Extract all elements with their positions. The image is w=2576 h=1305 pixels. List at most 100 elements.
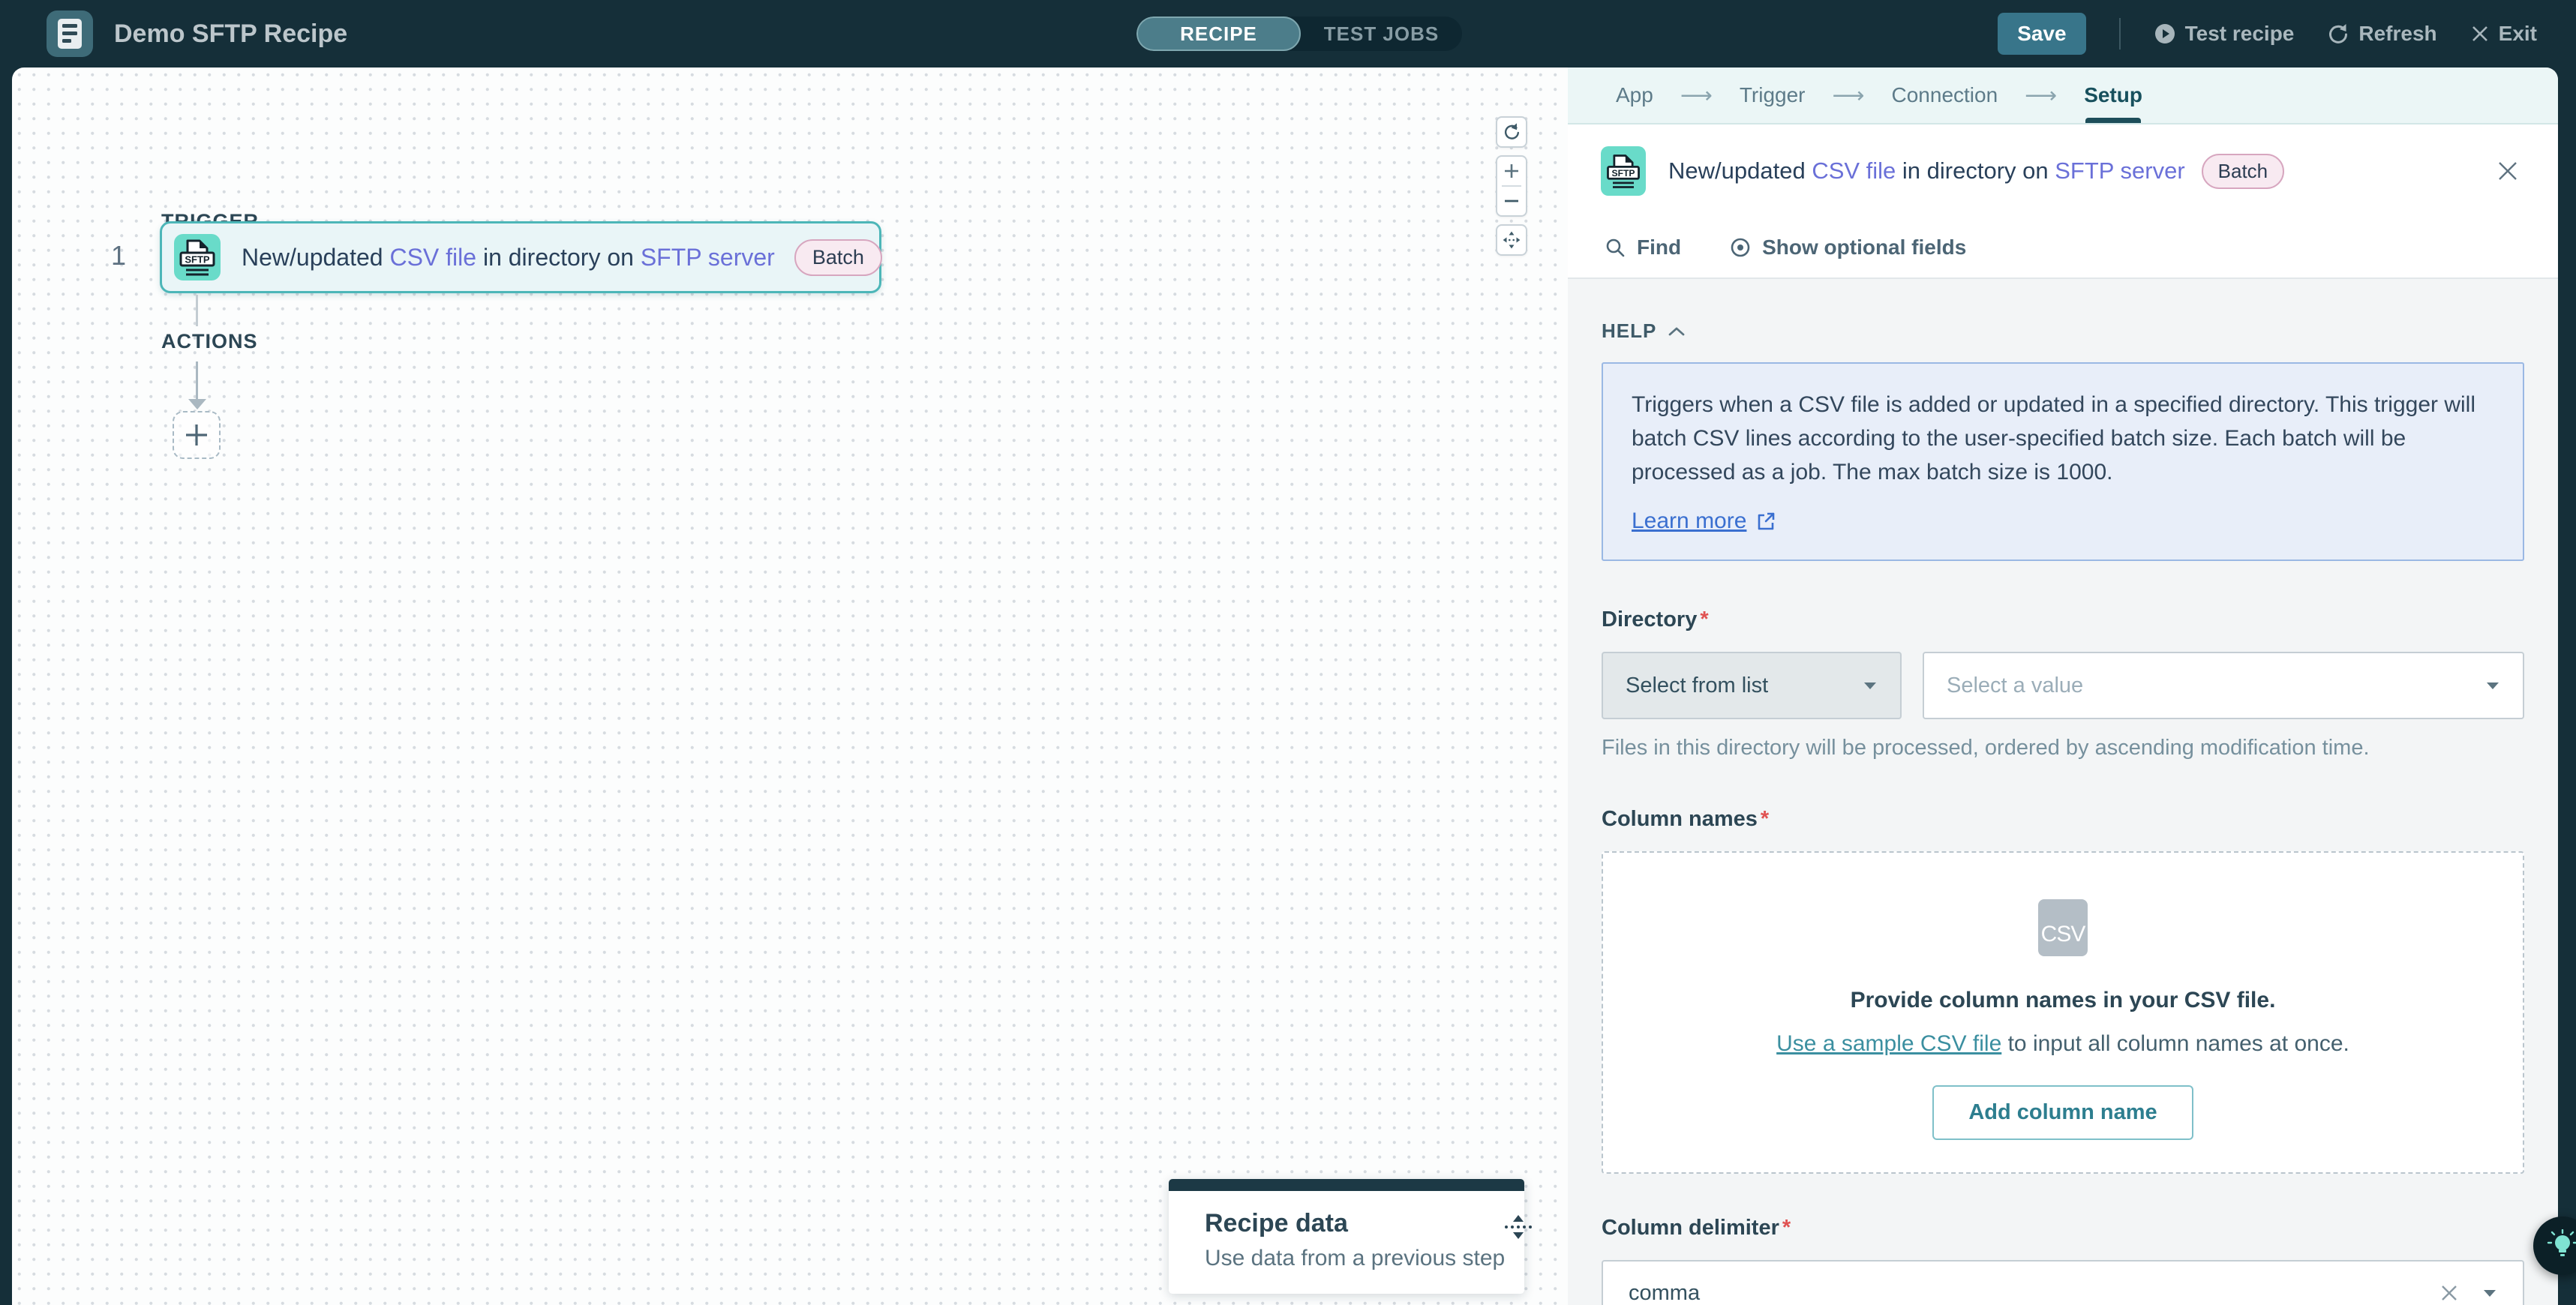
- panel-trigger-title: New/updated CSV file in directory on SFT…: [1668, 158, 2185, 184]
- reset-view-button[interactable]: [1496, 116, 1527, 148]
- directory-mode-select[interactable]: Select from list: [1602, 652, 1902, 719]
- refresh-icon: [2327, 22, 2349, 45]
- required-marker: *: [1782, 1216, 1791, 1240]
- column-delimiter-select[interactable]: comma: [1602, 1260, 2524, 1305]
- top-bar: Demo SFTP Recipe RECIPE TEST JOBS Save T…: [0, 0, 2576, 68]
- reset-icon: [1502, 122, 1521, 142]
- breadcrumb-arrow-icon: ⟶: [1680, 82, 1713, 109]
- breadcrumb-connection[interactable]: Connection: [1892, 68, 1998, 123]
- config-breadcrumb: App ⟶ Trigger ⟶ Connection ⟶ Setup: [1568, 68, 2558, 124]
- required-marker: *: [1761, 807, 1769, 831]
- zoom-control: [1496, 155, 1527, 217]
- recipe-data-subtitle: Use data from a previous step: [1205, 1246, 1505, 1271]
- recipe-canvas[interactable]: TRIGGER 1 SFTP New/updated CSV file in d…: [12, 68, 1568, 1305]
- breadcrumb-trigger[interactable]: Trigger: [1740, 68, 1806, 123]
- step-config-panel: App ⟶ Trigger ⟶ Connection ⟶ Setup SFTP …: [1568, 68, 2558, 1305]
- zoom-out-button[interactable]: [1497, 187, 1526, 215]
- clear-icon[interactable]: [2439, 1282, 2460, 1304]
- optional-fields-icon: [1729, 236, 1752, 259]
- directory-field: Directory* Select from list Select a val…: [1602, 608, 2524, 760]
- close-panel-button[interactable]: [2490, 154, 2525, 188]
- column-names-label: Column names: [1602, 807, 1758, 831]
- svg-text:SFTP: SFTP: [1612, 168, 1635, 178]
- search-icon: [1604, 236, 1626, 259]
- chevron-down-icon[interactable]: [2482, 1288, 2497, 1298]
- svg-text:SFTP: SFTP: [185, 254, 210, 266]
- lightbulb-icon: [2546, 1229, 2576, 1262]
- active-crumb-underline: [2085, 118, 2141, 123]
- panel-toolbar: Find Show optional fields: [1568, 218, 2558, 279]
- chevron-down-icon: [1863, 681, 1878, 691]
- directory-placeholder: Select a value: [1947, 674, 2083, 698]
- drag-handle-icon[interactable]: [1505, 1215, 1532, 1271]
- breadcrumb-setup-label: Setup: [2084, 83, 2142, 107]
- title-text-1: New/updated: [242, 244, 389, 271]
- column-names-field: Column names* CSV Provide column names i…: [1602, 807, 2524, 1174]
- panel-trigger-header: SFTP New/updated CSV file in directory o…: [1568, 124, 2558, 218]
- show-optional-fields-button[interactable]: Show optional fields: [1729, 236, 1966, 260]
- app-logo-icon: [47, 10, 93, 57]
- actions-section-label: ACTIONS: [161, 330, 258, 353]
- help-collapse-toggle[interactable]: HELP: [1602, 320, 2524, 343]
- sftp-file-icon: SFTP: [1602, 149, 1644, 193]
- sftp-app-icon: SFTP: [174, 234, 221, 280]
- header-divider: [2119, 18, 2121, 50]
- refresh-label: Refresh: [2358, 22, 2436, 46]
- title-link-sftp-server[interactable]: SFTP server: [2055, 158, 2184, 184]
- directory-mode-value: Select from list: [1626, 674, 1768, 698]
- find-button[interactable]: Find: [1604, 236, 1681, 260]
- step-number: 1: [104, 240, 134, 272]
- save-button[interactable]: Save: [1998, 13, 2085, 55]
- use-sample-csv-link[interactable]: Use a sample CSV file: [1776, 1031, 2001, 1056]
- directory-value-select[interactable]: Select a value: [1923, 652, 2524, 719]
- breadcrumb-setup[interactable]: Setup: [2084, 68, 2142, 123]
- mode-tabs: RECIPE TEST JOBS: [1136, 16, 1462, 51]
- recipe-data-header-bar: [1169, 1179, 1524, 1191]
- add-step-button[interactable]: [173, 411, 221, 459]
- close-icon: [2470, 24, 2490, 44]
- breadcrumb-app[interactable]: App: [1616, 68, 1653, 123]
- refresh-button[interactable]: Refresh: [2327, 22, 2436, 46]
- chevron-down-icon: [2485, 681, 2500, 691]
- exit-button[interactable]: Exit: [2470, 22, 2537, 46]
- column-names-empty-state: CSV Provide column names in your CSV fil…: [1602, 851, 2524, 1174]
- recipe-data-panel[interactable]: Recipe data Use data from a previous ste…: [1169, 1179, 1524, 1294]
- zoom-in-icon: [1503, 162, 1521, 180]
- directory-helper-text: Files in this directory will be processe…: [1602, 736, 2524, 760]
- find-label: Find: [1637, 236, 1681, 260]
- help-callout: Triggers when a CSV file is added or upd…: [1602, 362, 2524, 561]
- test-recipe-label: Test recipe: [2185, 22, 2295, 46]
- add-column-name-button[interactable]: Add column name: [1932, 1085, 2193, 1140]
- zoom-in-button[interactable]: [1497, 157, 1526, 185]
- chevron-up-icon: [1668, 326, 1685, 337]
- title-link-csv-file[interactable]: CSV file: [389, 244, 476, 271]
- title-link-csv-file[interactable]: CSV file: [1812, 158, 1896, 184]
- column-names-heading: Provide column names in your CSV file.: [1851, 988, 2276, 1013]
- title-text-2: in directory on: [476, 244, 641, 271]
- breadcrumb-arrow-icon: ⟶: [1833, 82, 1865, 109]
- sample-csv-suffix: to input all column names at once.: [2001, 1031, 2349, 1056]
- show-optional-label: Show optional fields: [1762, 236, 1966, 260]
- batch-badge: Batch: [794, 239, 882, 276]
- title-link-sftp-server[interactable]: SFTP server: [641, 244, 775, 271]
- tab-test-jobs[interactable]: TEST JOBS: [1301, 16, 1462, 51]
- column-delimiter-field: Column delimiter* comma The character us…: [1602, 1216, 2524, 1305]
- sample-csv-line: Use a sample CSV file to input all colum…: [1776, 1031, 2349, 1057]
- pan-tool-button[interactable]: [1496, 224, 1527, 256]
- batch-badge: Batch: [2202, 154, 2285, 189]
- play-icon: [2154, 22, 2176, 45]
- sftp-app-icon: SFTP: [1601, 146, 1646, 196]
- title-text-1: New/updated: [1668, 158, 1812, 184]
- required-marker: *: [1700, 608, 1708, 632]
- trigger-step-card[interactable]: SFTP New/updated CSV file in directory o…: [160, 221, 881, 293]
- page-title: Demo SFTP Recipe: [114, 20, 347, 49]
- breadcrumb-arrow-icon: ⟶: [2025, 82, 2057, 109]
- csv-file-icon: CSV: [2038, 899, 2088, 956]
- tab-recipe[interactable]: RECIPE: [1136, 16, 1301, 51]
- connector-line: [196, 295, 198, 326]
- directory-label: Directory: [1602, 608, 1697, 632]
- test-recipe-button[interactable]: Test recipe: [2154, 22, 2295, 46]
- learn-more-link[interactable]: Learn more: [1632, 508, 1746, 534]
- help-label: HELP: [1602, 320, 1656, 343]
- exit-label: Exit: [2499, 22, 2537, 46]
